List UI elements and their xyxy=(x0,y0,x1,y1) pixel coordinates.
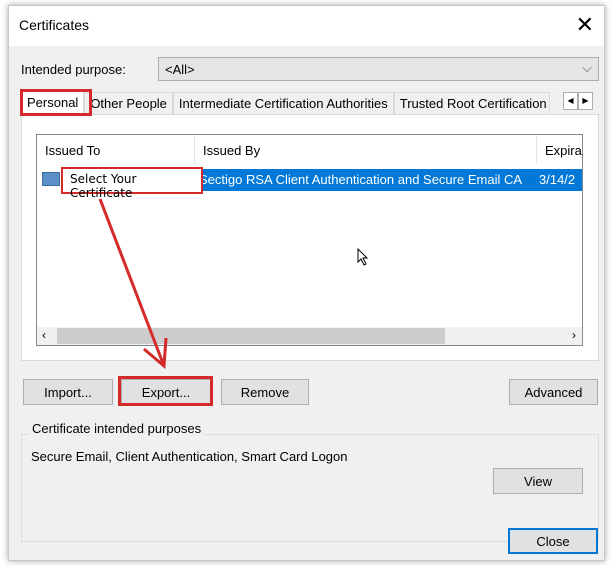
annotation-arrow xyxy=(98,198,168,370)
mouse-cursor-icon xyxy=(357,248,369,266)
arrow-shaft xyxy=(98,198,166,367)
